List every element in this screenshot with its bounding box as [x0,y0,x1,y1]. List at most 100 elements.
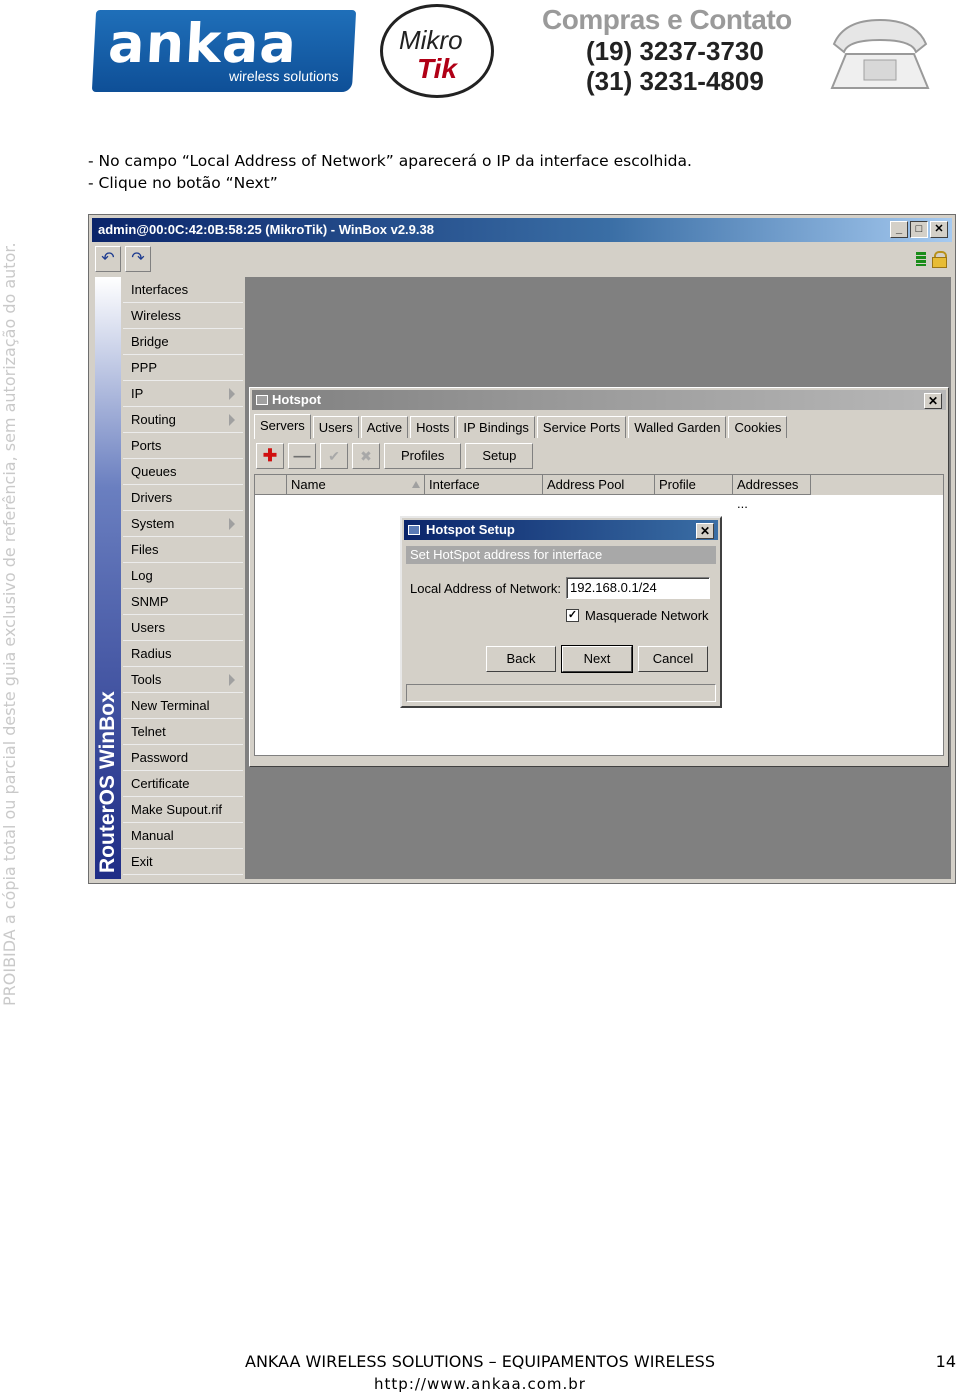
column-header-addresses[interactable]: Addresses ... [733,475,811,511]
column-header-address-pool[interactable]: Address Pool [543,475,655,495]
remove-icon[interactable]: — [288,443,316,469]
sort-ascending-icon [412,481,420,488]
menu-item-label: Bridge [131,334,169,349]
menu-item-label: SNMP [131,594,169,609]
column-header-name[interactable]: Name [287,475,425,495]
footer-url[interactable]: http://www.ankaa.com.br [0,1375,960,1393]
masquerade-checkbox[interactable]: ✓ [566,609,579,622]
instruction-line-2: - Clique no botão “Next” [88,174,278,192]
menu-item[interactable]: Files [123,537,243,563]
menu-item-label: Queues [131,464,177,479]
window-icon [256,395,268,405]
column-header-profile[interactable]: Profile [655,475,733,495]
menu-item[interactable]: Wireless [123,303,243,329]
instruction-line-1: - No campo “Local Address of Network” ap… [88,152,692,170]
winbox-title: admin@00:0C:42:0B:58:25 (MikroTik) - Win… [98,222,434,237]
menu-item[interactable]: Log [123,563,243,589]
tab-cookies[interactable]: Cookies [728,416,788,438]
menu-item-label: Manual [131,828,174,843]
menu-item-label: Wireless [131,308,181,323]
table-header: Name Interface Address Pool Profile Addr… [255,475,943,511]
menu-item[interactable]: Routing [123,407,243,433]
window-icon [408,525,420,535]
column-header-interface[interactable]: Interface [425,475,543,495]
menu-item[interactable]: Password [123,745,243,771]
hotspot-close-button[interactable]: ✕ [924,393,942,409]
menu-item-label: System [131,516,175,531]
setup-status-bar [406,684,716,702]
menu-item[interactable]: SNMP [123,589,243,615]
back-button[interactable]: Back [486,646,556,672]
lock-icon [932,251,947,268]
menu-item[interactable]: Ports [123,433,243,459]
profiles-button[interactable]: Profiles [384,443,462,469]
footer-company: ANKAA WIRELESS SOLUTIONS – EQUIPAMENTOS … [245,1352,715,1371]
menu-item[interactable]: Certificate [123,771,243,797]
column-header-flags [255,475,287,495]
menu-item-label: Tools [131,672,162,687]
minimize-button[interactable]: _ [890,221,908,238]
add-icon[interactable]: ✚ [256,443,284,469]
tab-walled-garden[interactable]: Walled Garden [628,416,727,438]
tab-active[interactable]: Active [360,416,409,438]
undo-icon[interactable]: ↶ [95,246,121,272]
menu-item[interactable]: Tools [123,667,243,693]
enable-icon[interactable]: ✔ [320,443,348,469]
menu-item[interactable]: Drivers [123,485,243,511]
contact-phone-2: (31) 3231-4809 [586,66,764,96]
setup-close-button[interactable]: ✕ [696,523,714,539]
menu-item[interactable]: System [123,511,243,537]
masquerade-label: Masquerade Network [585,608,709,623]
tab-ip-bindings[interactable]: IP Bindings [457,416,535,438]
disable-icon[interactable]: ✖ [352,443,380,469]
menu-item[interactable]: Exit [123,849,243,875]
tab-users[interactable]: Users [312,416,359,438]
local-address-label: Local Address of Network: [410,581,562,596]
menu-item-label: Routing [131,412,176,427]
setup-button[interactable]: Setup [465,443,534,469]
menu-item[interactable]: Bridge [123,329,243,355]
menu-item-label: Interfaces [131,282,189,297]
maximize-button[interactable]: □ [910,221,928,238]
menu-item[interactable]: IP [123,381,243,407]
tab-hosts[interactable]: Hosts [410,416,456,438]
routeros-brand-strip: RouterOS WinBox [95,277,121,879]
telephone-icon [830,18,930,89]
menu-item-label: Ports [131,438,162,453]
menu-item[interactable]: Radius [123,641,243,667]
menu-item-label: Drivers [131,490,173,505]
local-address-input[interactable]: 192.168.0.1/24 [566,577,710,599]
menu-item[interactable]: Interfaces [123,277,243,303]
tab-service-ports[interactable]: Service Ports [536,416,627,438]
hotspot-window: Hotspot ✕ Servers Users Active Hosts IP Bind… [249,387,949,767]
menu-item-label: PPP [131,360,158,375]
menu-item[interactable]: Manual [123,823,243,849]
menu-item[interactable]: Make Supout.rif [123,797,243,823]
masquerade-row: ✓ Masquerade Network [566,608,709,623]
setup-title: Hotspot Setup [426,522,515,537]
menu-item-label: Files [131,542,159,557]
menu-item-label: Make Supout.rif [131,802,223,817]
menu-item[interactable]: Telnet [123,719,243,745]
hotspot-toolbar: ✚ — ✔ ✖ Profiles Setup [256,443,534,469]
submenu-arrow-icon [229,388,235,400]
ankaa-logo: ankaa wireless solutions [91,10,357,92]
next-button[interactable]: Next [561,645,633,673]
close-button[interactable]: ✕ [930,221,948,238]
main-menu: Interfaces Wireless Bridge PPP IP Routing Port… [123,277,243,879]
menu-item-label: Exit [131,854,153,869]
cancel-button[interactable]: Cancel [638,646,708,672]
redo-icon[interactable]: ↷ [125,246,151,272]
tab-servers[interactable]: Servers [254,414,311,439]
instructions: - No campo “Local Address of Network” ap… [88,150,692,194]
hotspot-title: Hotspot [272,392,322,407]
menu-item[interactable]: PPP [123,355,243,381]
workspace: Hotspot ✕ Servers Users Active Hosts IP Bind… [245,277,951,879]
menu-item[interactable]: New Terminal [123,693,243,719]
winbox-titlebar: admin@00:0C:42:0B:58:25 (MikroTik) - Win… [92,218,952,242]
menu-item[interactable]: Users [123,615,243,641]
copyright-watermark: PROIBIDA a cópia total ou parcial deste … [0,242,19,1006]
column-header-name-label: Name [291,477,326,492]
mikrotik-logo-line2: Tik [417,53,457,84]
menu-item[interactable]: Queues [123,459,243,485]
